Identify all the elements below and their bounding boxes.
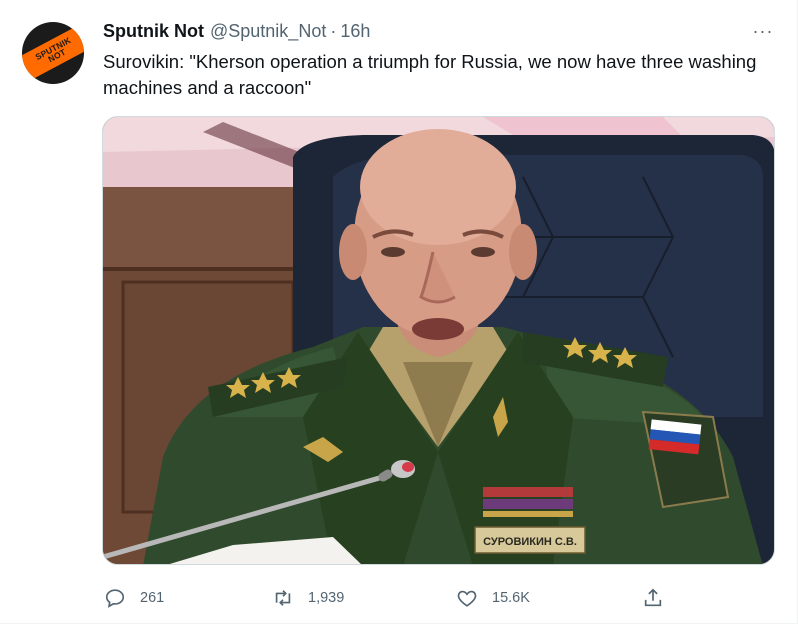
- reply-button[interactable]: 261: [104, 580, 164, 616]
- like-icon: [457, 590, 477, 607]
- like-count: 15.6K: [492, 590, 530, 606]
- photo-name-tag: СУРОВИКИН С.В.: [483, 536, 577, 548]
- tweet[interactable]: SPUTNIK NOT Sputnik Not @Sputnik_Not · 16…: [0, 0, 798, 624]
- tweet-header: Sputnik Not @Sputnik_Not · 16h: [103, 21, 370, 45]
- retweet-button[interactable]: 1,939: [272, 580, 344, 616]
- share-icon: [644, 588, 662, 607]
- author-handle[interactable]: @Sputnik_Not: [210, 21, 326, 42]
- reply-icon: [105, 589, 125, 608]
- tweet-actions: 261 1,939 15.6K: [102, 580, 682, 616]
- tweet-photo[interactable]: СУРОВИКИН С.В.: [102, 116, 775, 565]
- like-button[interactable]: 15.6K: [456, 580, 530, 616]
- header-separator: ·: [330, 21, 337, 41]
- more-options-icon[interactable]: ···: [748, 18, 778, 44]
- retweet-count: 1,939: [308, 590, 345, 606]
- tweet-text: Surovikin: "Kherson operation a triumph …: [103, 51, 757, 98]
- share-button[interactable]: [642, 580, 664, 616]
- retweet-icon: [275, 590, 291, 606]
- reply-count: 261: [140, 590, 165, 606]
- avatar[interactable]: SPUTNIK NOT: [22, 22, 84, 84]
- author-name[interactable]: Sputnik Not: [103, 21, 204, 42]
- tweet-time[interactable]: 16h: [340, 21, 370, 42]
